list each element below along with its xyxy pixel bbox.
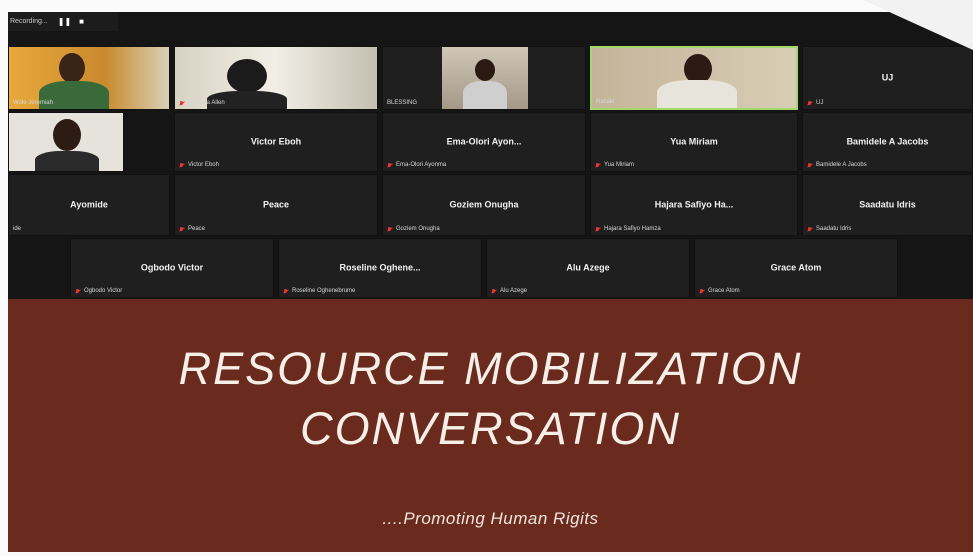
muted-mic-icon bbox=[807, 162, 813, 168]
participant-tile[interactable]: Yua Miriam Yua Miriam bbox=[590, 112, 798, 172]
participant-tile[interactable]: Ogbodo Victor Ogbodo Victor bbox=[70, 238, 274, 298]
shared-screen-banner: RESOURCE MOBILIZATION CONVERSATION ....P… bbox=[8, 299, 973, 552]
meeting-window: Recording... ❚❚ ■ Wole Jeremiah Lauretta… bbox=[8, 12, 973, 552]
muted-mic-icon bbox=[387, 162, 393, 168]
participant-name: Saadatu Idris bbox=[859, 199, 916, 210]
participant-name: Goziem Onugha bbox=[449, 199, 519, 210]
participant-tile[interactable]: Saadatu Idris Saadatu Idris bbox=[802, 174, 973, 236]
muted-mic-icon bbox=[491, 288, 497, 294]
participant-name-label: Alu Azege bbox=[500, 288, 528, 294]
participant-tile[interactable]: Roseline Oghene... Roseline Oghenebrume bbox=[278, 238, 482, 298]
participant-tile[interactable]: Bamidele A Jacobs Bamidele A Jacobs bbox=[802, 112, 973, 172]
participant-name-label: Bamidele A Jacobs bbox=[816, 162, 867, 168]
banner-title-line2: CONVERSATION bbox=[300, 403, 681, 454]
stop-recording-button[interactable]: ■ bbox=[79, 17, 84, 26]
participant-name: Roseline Oghene... bbox=[339, 262, 421, 273]
banner-tagline: ....Promoting Human Rigits bbox=[382, 509, 599, 528]
participant-name-label: Saadatu Idris bbox=[816, 226, 852, 232]
participant-name-label: Grace Atom bbox=[708, 288, 740, 294]
participant-video bbox=[652, 54, 742, 108]
pause-recording-button[interactable]: ❚❚ bbox=[58, 17, 71, 26]
participant-name-label: Victor Eboh bbox=[188, 162, 219, 168]
participant-tile[interactable]: Peace Peace bbox=[174, 174, 378, 236]
participant-tile[interactable]: Hajara Safiyo Ha... Hajara Safiyo Hamza bbox=[590, 174, 798, 236]
participant-name-label: Roseline Oghenebrume bbox=[292, 288, 356, 294]
muted-mic-icon bbox=[283, 288, 289, 294]
participant-tile[interactable] bbox=[8, 112, 124, 172]
muted-mic-icon bbox=[595, 162, 601, 168]
participant-video bbox=[31, 117, 103, 171]
participant-name-label: Ogbodo Victor bbox=[84, 288, 123, 294]
participant-name: Victor Eboh bbox=[250, 136, 302, 147]
participant-name: UJ bbox=[881, 72, 894, 83]
participant-name: Hajara Safiyo Ha... bbox=[654, 199, 734, 210]
muted-mic-icon bbox=[807, 226, 813, 232]
participant-tile[interactable]: Ayomide ide bbox=[8, 174, 170, 236]
participant-name-label: Ema-Olori Ayonma bbox=[396, 162, 447, 168]
participant-name: Ema-Olori Ayon... bbox=[446, 136, 522, 147]
muted-mic-icon bbox=[75, 288, 81, 294]
participant-name-label: Lauretta Allen bbox=[188, 100, 225, 106]
recording-bar: Recording... ❚❚ ■ bbox=[8, 12, 118, 31]
participant-name: Grace Atom bbox=[770, 262, 822, 273]
muted-mic-icon bbox=[699, 288, 705, 294]
participant-name-label: Peace bbox=[188, 226, 206, 232]
participant-tile[interactable]: Alu Azege Alu Azege bbox=[486, 238, 690, 298]
participant-tile[interactable]: BLESSING bbox=[382, 46, 586, 110]
participant-tile[interactable]: Grace Atom Grace Atom bbox=[694, 238, 898, 298]
participant-name-label: ide bbox=[13, 226, 22, 232]
participant-name: Ayomide bbox=[70, 199, 108, 210]
participant-name: Alu Azege bbox=[566, 262, 610, 273]
participant-name: Bamidele A Jacobs bbox=[846, 136, 929, 147]
participant-name-label: UJ bbox=[816, 100, 824, 106]
participant-name-label: Wole Jeremiah bbox=[13, 100, 53, 106]
muted-mic-icon bbox=[179, 226, 185, 232]
recording-status: Recording... bbox=[10, 18, 48, 25]
screen: Recording... ❚❚ ■ Wole Jeremiah Lauretta… bbox=[0, 0, 973, 556]
banner-title-line1: RESOURCE MOBILIZATION bbox=[178, 343, 803, 394]
participant-name-label: Hajara Safiyo Hamza bbox=[604, 226, 661, 232]
participant-name: Ogbodo Victor bbox=[140, 262, 204, 273]
participant-tile[interactable]: Goziem Onugha Goziem Onugha bbox=[382, 174, 586, 236]
participant-tile[interactable]: UJ UJ bbox=[802, 46, 973, 110]
participant-name-label: BLESSING bbox=[387, 100, 418, 106]
participant-tile[interactable]: Victor Eboh Victor Eboh bbox=[174, 112, 378, 172]
participant-name: Yua Miriam bbox=[670, 136, 718, 147]
page-corner-decoration bbox=[863, 0, 973, 50]
participant-name-label: Yua Miriam bbox=[604, 162, 635, 168]
participant-name-label: Rasaki bbox=[596, 99, 615, 105]
participant-tile[interactable]: Ema-Olori Ayon... Ema-Olori Ayonma bbox=[382, 112, 586, 172]
muted-mic-icon bbox=[595, 226, 601, 232]
participant-name-label: Goziem Onugha bbox=[396, 226, 440, 232]
participant-tile[interactable]: Lauretta Allen bbox=[174, 46, 378, 110]
active-speaker-tile[interactable]: Rasaki bbox=[590, 46, 798, 110]
muted-mic-icon bbox=[179, 100, 185, 106]
muted-mic-icon bbox=[179, 162, 185, 168]
participant-tile[interactable]: Wole Jeremiah bbox=[8, 46, 170, 110]
muted-mic-icon bbox=[387, 226, 393, 232]
participant-video bbox=[463, 59, 507, 109]
participant-name: Peace bbox=[262, 199, 290, 210]
muted-mic-icon bbox=[807, 100, 813, 106]
